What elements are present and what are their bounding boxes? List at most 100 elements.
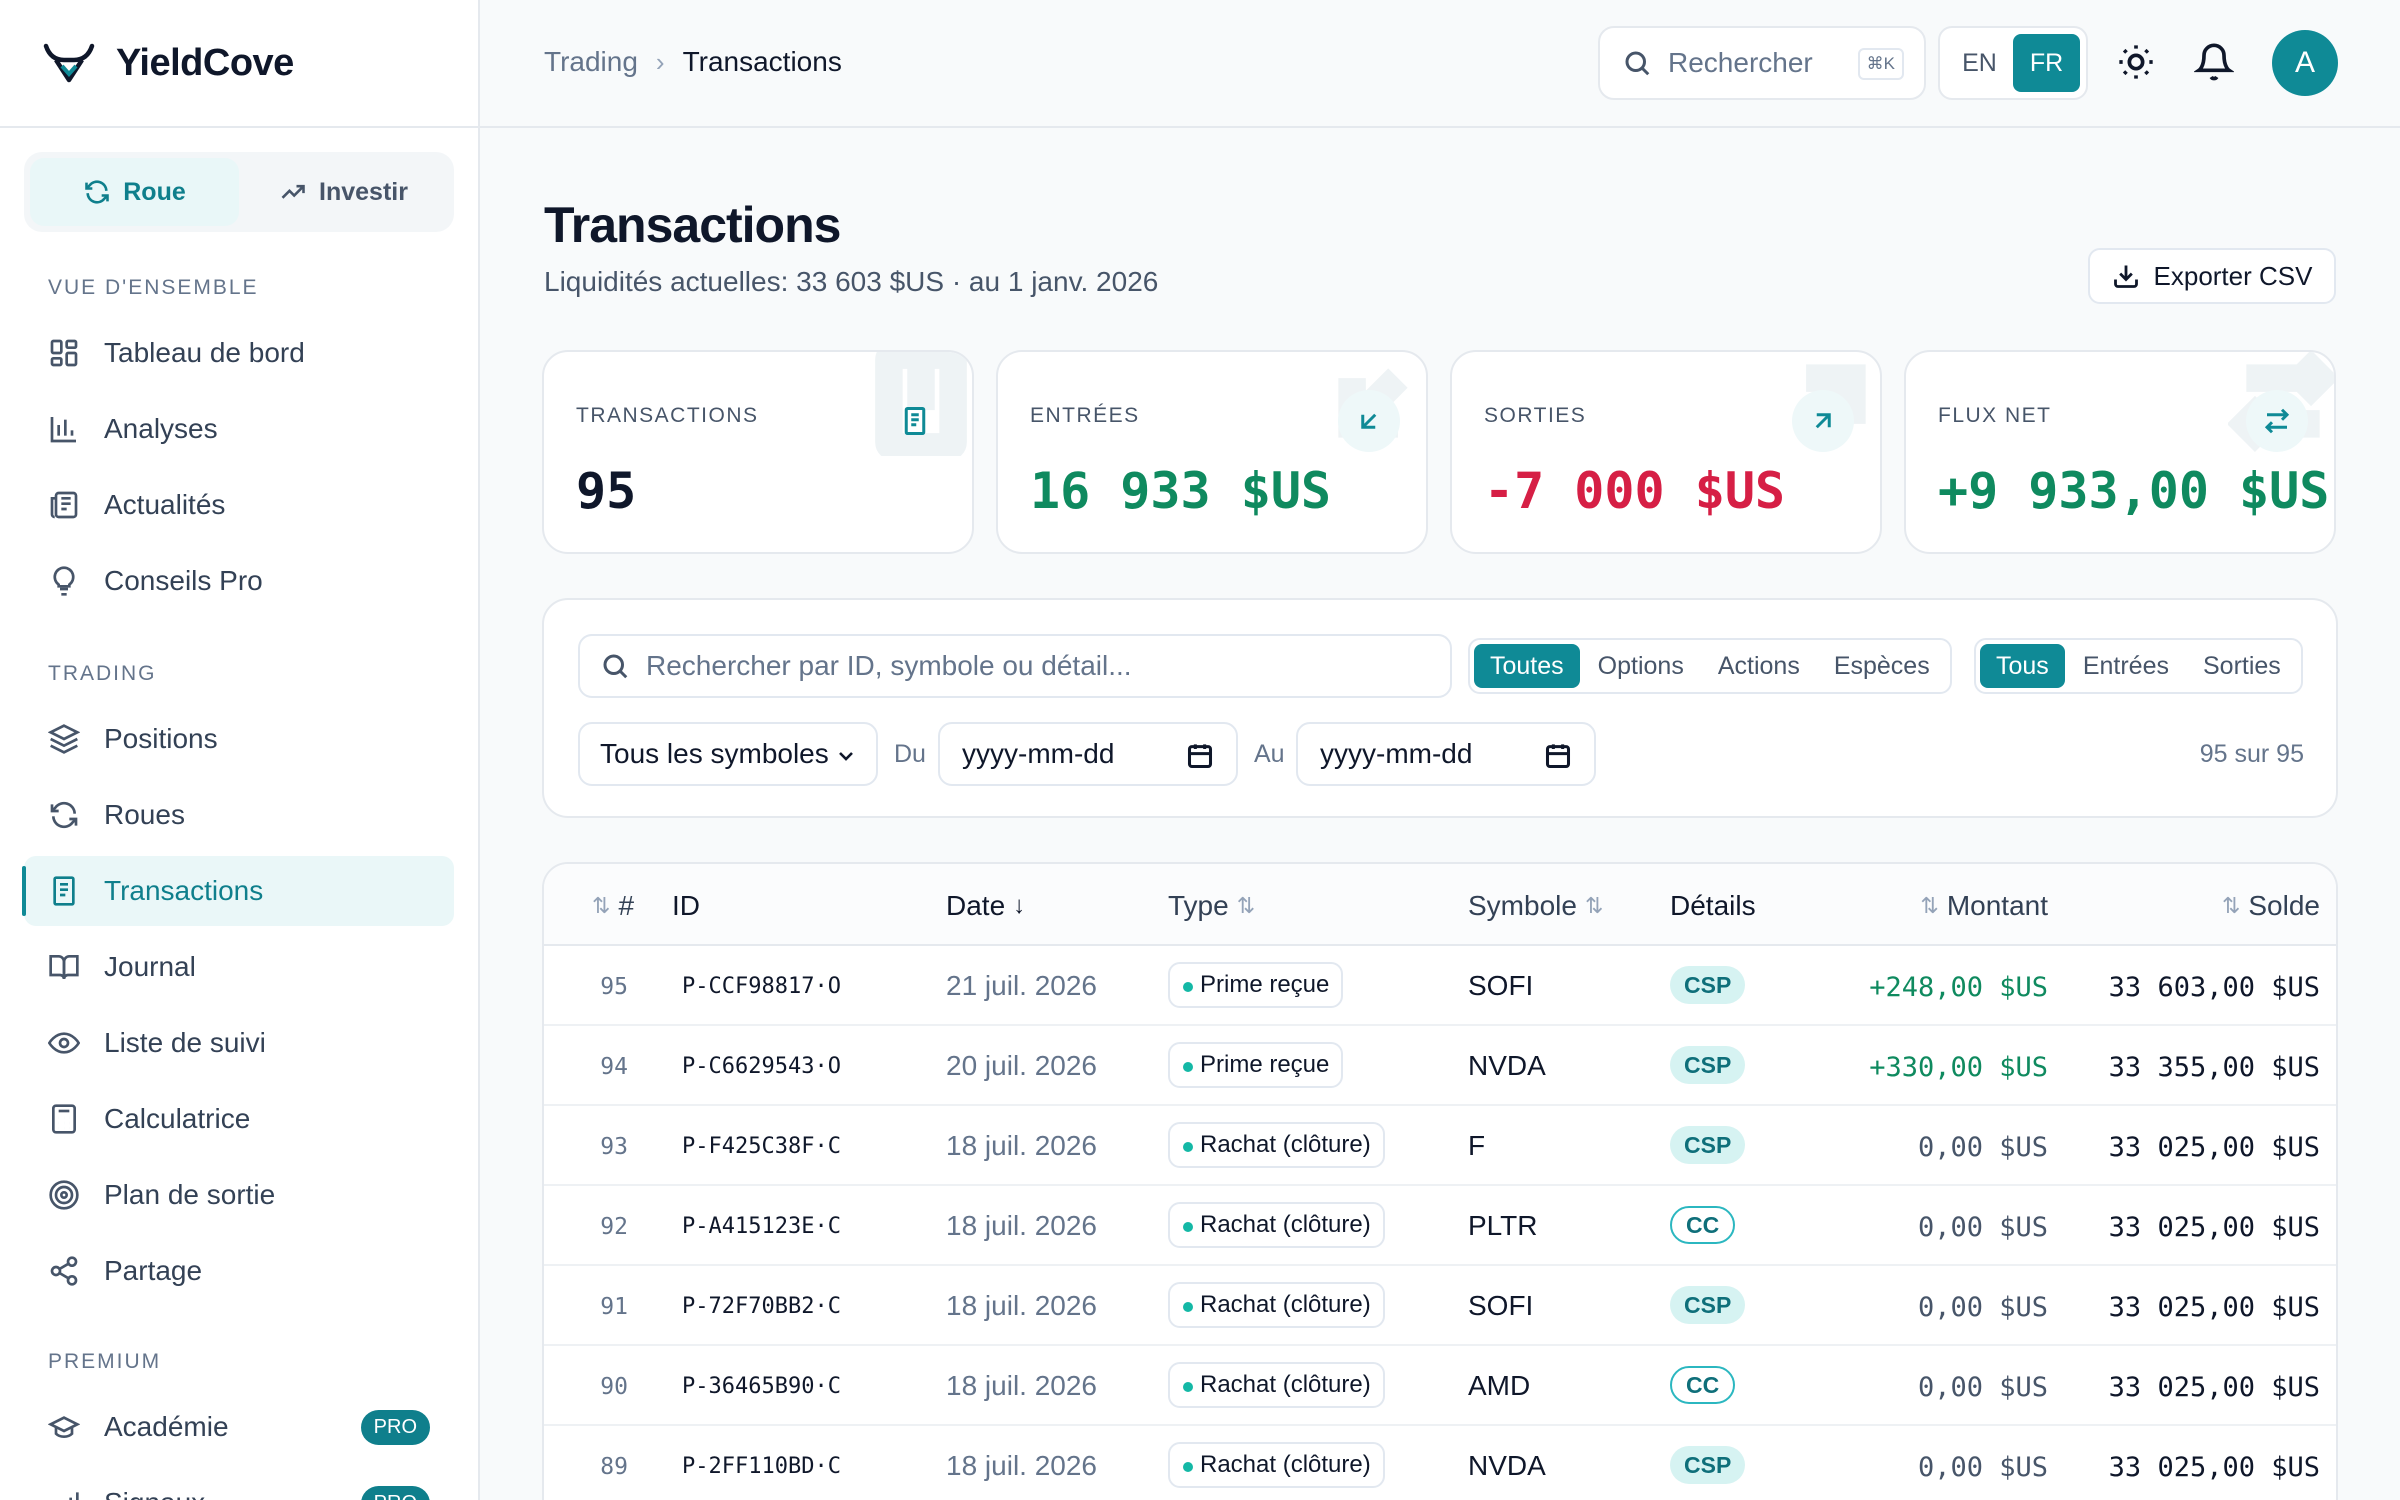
layers-icon xyxy=(48,724,80,754)
category-tab-stocks[interactable]: Actions xyxy=(1702,644,1816,688)
row-number: 94 xyxy=(600,1054,628,1080)
lightbulb-icon xyxy=(53,566,75,596)
search-shortcut: ⌘K xyxy=(1857,48,1904,80)
from-date-input[interactable]: yyyy-mm-dd xyxy=(938,722,1238,786)
filter-panel: Rechercher par ID, symbole ou détail... … xyxy=(542,598,2338,818)
mode-tab-roue[interactable]: Roue xyxy=(30,158,239,226)
breadcrumb-trading[interactable]: Trading xyxy=(544,46,638,78)
export-csv-button[interactable]: Exporter CSV xyxy=(2088,248,2336,304)
row-type-badge: Prime reçue xyxy=(1168,1042,1344,1088)
stat-card-inflows: ENTRÉES 16 933 $US xyxy=(996,350,1428,554)
section-title-trading: TRADING xyxy=(48,662,157,685)
sidebar-item-journal[interactable]: Journal xyxy=(24,932,454,1002)
column-number[interactable]: ⇅ # xyxy=(592,890,634,922)
sidebar-item-watchlist[interactable]: Liste de suivi xyxy=(24,1008,454,1078)
row-date: 18 juil. 2026 xyxy=(946,1450,1098,1481)
category-tab-cash[interactable]: Espèces xyxy=(1818,644,1946,688)
mode-tab-investir[interactable]: Investir xyxy=(239,158,448,226)
category-tab-all[interactable]: Toutes xyxy=(1474,644,1580,688)
stat-icon-wrap xyxy=(884,390,946,452)
sidebar-item-signals[interactable]: Signaux PRO xyxy=(24,1468,454,1500)
table-row[interactable]: 90 P-36465B90·C 18 juil. 2026 Rachat (cl… xyxy=(544,1346,2336,1426)
row-amount: 0,00 $US xyxy=(1917,1372,2048,1403)
breadcrumb-current: Transactions xyxy=(682,46,842,77)
table-row[interactable]: 94 P-C6629543·O 20 juil. 2026 Prime reçu… xyxy=(544,1026,2336,1106)
column-type[interactable]: Type ⇅ xyxy=(1168,890,1255,922)
row-balance: 33 025,00 $US xyxy=(2108,1132,2320,1163)
sidebar-item-pro-tips[interactable]: Conseils Pro xyxy=(24,546,454,616)
table-row[interactable]: 95 P-CCF98817·O 21 juil. 2026 Prime reçu… xyxy=(544,946,2336,1026)
chevron-right-icon: › xyxy=(655,46,665,77)
stat-icon-wrap xyxy=(1338,390,1400,452)
row-id: P-36465B90·C xyxy=(682,1374,841,1399)
column-date[interactable]: Date ↓ xyxy=(946,890,1025,922)
language-en[interactable]: EN xyxy=(1946,34,2013,92)
row-date: 20 juil. 2026 xyxy=(946,1050,1098,1081)
language-switch: EN FR xyxy=(1938,26,2088,100)
calculator-icon xyxy=(52,1104,76,1134)
table-row[interactable]: 93 P-F425C38F·C 18 juil. 2026 Rachat (cl… xyxy=(544,1106,2336,1186)
table-row[interactable]: 91 P-72F70BB2·C 18 juil. 2026 Rachat (cl… xyxy=(544,1266,2336,1346)
avatar[interactable]: A xyxy=(2272,30,2338,96)
sort-icon: ⇅ xyxy=(2221,893,2241,918)
table-header: ⇅ # ID Date ↓ Type ⇅ Symbole ⇅ Détails ⇅ Mont… xyxy=(544,864,2336,946)
symbol-select[interactable]: Tous les symboles xyxy=(578,722,878,786)
sidebar-item-transactions[interactable]: Transactions xyxy=(22,856,454,926)
column-amount[interactable]: ⇅ Montant xyxy=(1920,890,2048,922)
row-details-badge: CSP xyxy=(1670,966,1746,1004)
sidebar-item-wheels[interactable]: Roues xyxy=(24,780,454,850)
stat-value: 95 xyxy=(576,462,637,520)
flow-tab-inflows[interactable]: Entrées xyxy=(2067,644,2185,688)
row-details-badge: CSP xyxy=(1670,1046,1746,1084)
bell-icon[interactable] xyxy=(2194,42,2234,82)
sidebar: YieldCove Roue Investir VUE D'ENSEMBLE T… xyxy=(0,0,480,1500)
brand[interactable]: YieldCove xyxy=(0,0,478,128)
arrows-swap-icon xyxy=(2264,408,2290,434)
signal-icon xyxy=(69,1492,79,1500)
table-row[interactable]: 92 P-A415123E·C 18 juil. 2026 Rachat (cl… xyxy=(544,1186,2336,1266)
sidebar-item-dashboard[interactable]: Tableau de bord xyxy=(24,318,454,388)
stat-label: FLUX NET xyxy=(1938,404,2052,427)
receipt-icon xyxy=(53,876,75,906)
row-number: 91 xyxy=(600,1294,628,1320)
transaction-search-input[interactable]: Rechercher par ID, symbole ou détail... xyxy=(578,634,1452,698)
column-symbol[interactable]: Symbole ⇅ xyxy=(1468,890,1603,922)
sort-icon: ⇅ xyxy=(592,893,611,918)
language-fr[interactable]: FR xyxy=(2013,34,2080,92)
sidebar-item-calculator[interactable]: Calculatrice xyxy=(24,1084,454,1154)
row-id: P-CCF98817·O xyxy=(682,974,841,999)
result-count: 95 sur 95 xyxy=(2199,740,2304,768)
sidebar-item-academy[interactable]: Académie PRO xyxy=(24,1392,454,1462)
stat-card-net-flow: FLUX NET +9 933,00 $US xyxy=(1904,350,2336,554)
stat-label: ENTRÉES xyxy=(1030,404,1140,427)
sidebar-item-news[interactable]: Actualités xyxy=(24,470,454,540)
row-number: 89 xyxy=(600,1454,628,1480)
sidebar-item-label: Liste de suivi xyxy=(104,1027,266,1058)
stat-value: 16 933 $US xyxy=(1030,462,1332,520)
to-date-input[interactable]: yyyy-mm-dd xyxy=(1296,722,1596,786)
sun-icon[interactable] xyxy=(2116,42,2156,82)
flow-tab-all[interactable]: Tous xyxy=(1980,644,2065,688)
table-row[interactable]: 89 P-2FF110BD·C 18 juil. 2026 Rachat (cl… xyxy=(544,1426,2336,1500)
download-icon xyxy=(2113,265,2138,288)
global-search-input[interactable]: Rechercher ⌘K xyxy=(1598,26,1926,100)
chevron-down-icon xyxy=(834,744,858,768)
row-type-badge: Prime reçue xyxy=(1168,962,1344,1008)
arrow-up-right-icon xyxy=(1815,413,1831,429)
column-balance[interactable]: ⇅ Solde xyxy=(2222,890,2320,922)
bull-logo-icon xyxy=(43,43,95,83)
row-amount: 0,00 $US xyxy=(1917,1132,2048,1163)
row-date: 18 juil. 2026 xyxy=(946,1130,1098,1161)
flow-tab-outflows[interactable]: Sorties xyxy=(2187,644,2297,688)
row-balance: 33 025,00 $US xyxy=(2108,1292,2320,1323)
sidebar-item-positions[interactable]: Positions xyxy=(24,704,454,774)
sidebar-item-analyses[interactable]: Analyses xyxy=(24,394,454,464)
sidebar-item-exit-plan[interactable]: Plan de sortie xyxy=(24,1160,454,1230)
symbol-select-value: Tous les symboles xyxy=(600,738,829,769)
row-number: 95 xyxy=(600,974,628,1000)
sidebar-item-share[interactable]: Partage xyxy=(24,1236,454,1306)
sort-icon: ⇅ xyxy=(1920,893,1939,918)
from-label: Du xyxy=(894,740,926,768)
sidebar-item-label: Tableau de bord xyxy=(104,337,305,368)
category-tab-options[interactable]: Options xyxy=(1582,644,1700,688)
